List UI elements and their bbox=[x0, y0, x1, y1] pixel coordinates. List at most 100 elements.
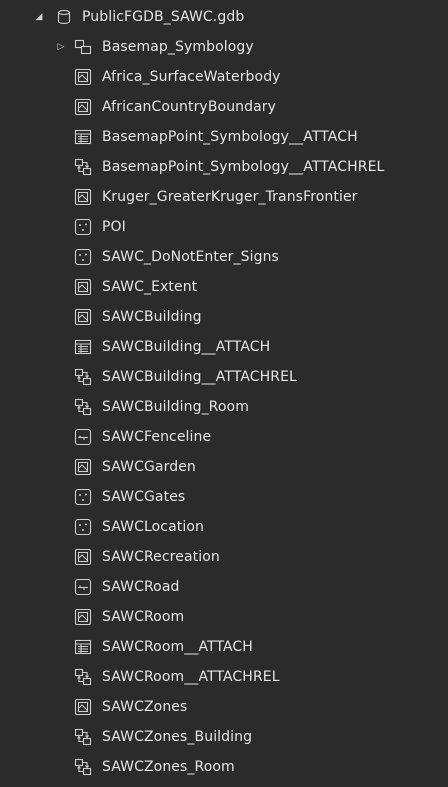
tree-item-label: SAWCRoom bbox=[102, 609, 185, 625]
tree-item[interactable]: SAWCZones_Room bbox=[0, 752, 448, 782]
tree-item-label: SAWCRoad bbox=[102, 579, 180, 595]
polygon-featureclass-icon bbox=[73, 67, 93, 87]
tree-item-label: SAWCZones_Building bbox=[102, 729, 253, 745]
tree-item-label: Basemap_Symbology bbox=[102, 39, 254, 55]
tree-item-label: SAWC_Extent bbox=[102, 279, 198, 295]
tree-item[interactable]: SAWCBuilding__ATTACH bbox=[0, 332, 448, 362]
root-label: PublicFGDB_SAWC.gdb bbox=[82, 9, 245, 25]
tree-item[interactable]: BasemapPoint_Symbology__ATTACHREL bbox=[0, 152, 448, 182]
tree-item[interactable]: Kruger_GreaterKruger_TransFrontier bbox=[0, 182, 448, 212]
geodatabase-tree: ◢ PublicFGDB_SAWC.gdb ▷ Basemap_Symbology… bbox=[0, 0, 448, 787]
tree-item[interactable]: SAWCRoad bbox=[0, 572, 448, 602]
tree-item[interactable]: SAWCZones_Building bbox=[0, 722, 448, 752]
polygon-featureclass-icon bbox=[73, 697, 93, 717]
tree-item-label: SAWC_DoNotEnter_Signs bbox=[102, 249, 279, 265]
caret-spacer bbox=[55, 551, 67, 563]
tree-item-label: SAWCBuilding__ATTACH bbox=[102, 339, 271, 355]
tree-item-label: BasemapPoint_Symbology__ATTACHREL bbox=[102, 159, 385, 175]
caret-spacer bbox=[55, 641, 67, 653]
tree-item[interactable]: SAWCBuilding bbox=[0, 302, 448, 332]
tree-item[interactable]: SAWCGarden bbox=[0, 452, 448, 482]
point-featureclass-icon bbox=[73, 487, 93, 507]
caret-right-icon[interactable]: ▷ bbox=[55, 41, 67, 53]
tree-item-label: POI bbox=[102, 219, 126, 235]
caret-spacer bbox=[55, 761, 67, 773]
tree-item[interactable]: ▷ Basemap_Symbology bbox=[0, 32, 448, 62]
tree-item-label: SAWCRoom__ATTACH bbox=[102, 639, 253, 655]
line-featureclass-icon bbox=[73, 577, 93, 597]
table-icon bbox=[73, 127, 93, 147]
database-icon bbox=[54, 7, 74, 27]
tree-item[interactable]: SAWCRoom bbox=[0, 602, 448, 632]
caret-spacer bbox=[55, 221, 67, 233]
polygon-featureclass-icon bbox=[73, 277, 93, 297]
tree-item[interactable]: SAWCRoom__ATTACHREL bbox=[0, 662, 448, 692]
caret-spacer bbox=[55, 671, 67, 683]
tree-item-label: Kruger_GreaterKruger_TransFrontier bbox=[102, 189, 358, 205]
polygon-featureclass-icon bbox=[73, 457, 93, 477]
tree-item-label: AfricanCountryBoundary bbox=[102, 99, 277, 115]
caret-spacer bbox=[55, 521, 67, 533]
tree-item[interactable]: SAWCRoom__ATTACH bbox=[0, 632, 448, 662]
caret-spacer bbox=[55, 491, 67, 503]
tree-item[interactable]: BasemapPoint_Symbology__ATTACH bbox=[0, 122, 448, 152]
relationship-class-icon bbox=[73, 397, 93, 417]
relationship-class-icon bbox=[73, 367, 93, 387]
tree-root-geodatabase[interactable]: ◢ PublicFGDB_SAWC.gdb bbox=[0, 2, 448, 32]
tree-item-label: SAWCGates bbox=[102, 489, 186, 505]
tree-item[interactable]: AfricanCountryBoundary bbox=[0, 92, 448, 122]
table-icon bbox=[73, 337, 93, 357]
caret-spacer bbox=[55, 101, 67, 113]
tree-item[interactable]: SAWCRecreation bbox=[0, 542, 448, 572]
relationship-class-icon bbox=[73, 757, 93, 777]
tree-item-label: SAWCRoom__ATTACHREL bbox=[102, 669, 280, 685]
tree-item[interactable]: SAWC_DoNotEnter_Signs bbox=[0, 242, 448, 272]
caret-spacer bbox=[55, 161, 67, 173]
tree-item[interactable]: SAWC_Extent bbox=[0, 272, 448, 302]
tree-item-label: SAWCGarden bbox=[102, 459, 196, 475]
tree-item-label: BasemapPoint_Symbology__ATTACH bbox=[102, 129, 358, 145]
caret-spacer bbox=[55, 251, 67, 263]
tree-item-label: SAWCLocation bbox=[102, 519, 204, 535]
tree-item-label: SAWCZones bbox=[102, 699, 188, 715]
tree-item-label: SAWCBuilding_Room bbox=[102, 399, 249, 415]
caret-spacer bbox=[55, 191, 67, 203]
tree-item-label: SAWCZones_Room bbox=[102, 759, 235, 775]
tree-item[interactable]: SAWCGates bbox=[0, 482, 448, 512]
caret-spacer bbox=[55, 431, 67, 443]
point-featureclass-icon bbox=[73, 247, 93, 267]
polygon-featureclass-icon bbox=[73, 97, 93, 117]
tree-item-label: SAWCFenceline bbox=[102, 429, 212, 445]
tree-item[interactable]: POI bbox=[0, 212, 448, 242]
point-featureclass-icon bbox=[73, 217, 93, 237]
caret-spacer bbox=[55, 611, 67, 623]
tree-item-label: SAWCBuilding__ATTACHREL bbox=[102, 369, 297, 385]
caret-spacer bbox=[55, 281, 67, 293]
caret-spacer bbox=[55, 341, 67, 353]
point-featureclass-icon bbox=[73, 517, 93, 537]
tree-item-label: Africa_SurfaceWaterbody bbox=[102, 69, 281, 85]
polygon-featureclass-icon bbox=[73, 187, 93, 207]
tree-item[interactable]: SAWCZones bbox=[0, 692, 448, 722]
line-featureclass-icon bbox=[73, 427, 93, 447]
tree-item[interactable]: SAWCBuilding__ATTACHREL bbox=[0, 362, 448, 392]
relationship-class-icon bbox=[73, 727, 93, 747]
caret-spacer bbox=[55, 581, 67, 593]
tree-item[interactable]: SAWCFenceline bbox=[0, 422, 448, 452]
dataset-icon bbox=[73, 37, 93, 57]
caret-spacer bbox=[55, 311, 67, 323]
polygon-featureclass-icon bbox=[73, 607, 93, 627]
polygon-featureclass-icon bbox=[73, 547, 93, 567]
caret-spacer bbox=[55, 71, 67, 83]
polygon-featureclass-icon bbox=[73, 307, 93, 327]
caret-spacer bbox=[55, 701, 67, 713]
caret-spacer bbox=[55, 131, 67, 143]
caret-spacer bbox=[55, 401, 67, 413]
tree-item[interactable]: SAWCBuilding_Room bbox=[0, 392, 448, 422]
tree-item[interactable]: SAWCLocation bbox=[0, 512, 448, 542]
table-icon bbox=[73, 637, 93, 657]
caret-down-icon[interactable]: ◢ bbox=[33, 11, 45, 23]
tree-item-label: SAWCRecreation bbox=[102, 549, 220, 565]
relationship-class-icon bbox=[73, 157, 93, 177]
tree-item[interactable]: Africa_SurfaceWaterbody bbox=[0, 62, 448, 92]
